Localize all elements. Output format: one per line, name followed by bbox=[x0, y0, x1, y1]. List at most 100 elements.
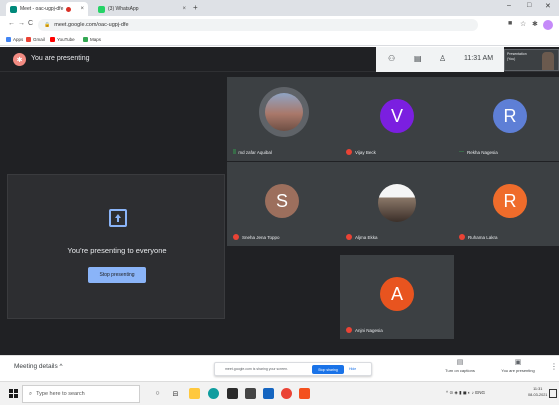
taskbar-search-placeholder: Type here to search bbox=[36, 391, 85, 397]
presenting-message: You're presenting to everyone bbox=[67, 246, 167, 255]
tab-whatsapp-close-icon[interactable]: × bbox=[182, 6, 186, 12]
bookmark-gmail[interactable]: Gmail bbox=[26, 37, 45, 42]
tab-whatsapp-label: (3) WhatsApp bbox=[108, 6, 139, 12]
people-icon[interactable]: ⚇ bbox=[388, 54, 395, 63]
participant-name: Sneha Jena Toppo bbox=[233, 234, 279, 240]
bookmark-youtube[interactable]: YouTube bbox=[50, 37, 75, 42]
camera-indicator-icon[interactable]: ■ bbox=[508, 20, 512, 27]
audio-level-icon: ||| bbox=[233, 149, 236, 155]
presenting-icon: ✱ bbox=[13, 53, 26, 66]
bookmark-gmail-label: Gmail bbox=[33, 37, 45, 42]
cortana-icon[interactable]: ○ bbox=[152, 388, 163, 399]
participant-name: ||| md zafar Aquibal bbox=[233, 149, 272, 155]
youtube-icon bbox=[50, 37, 55, 42]
windows-start-icon[interactable] bbox=[9, 389, 18, 398]
participant-name: Ruhama Lakra bbox=[459, 234, 498, 240]
file-explorer-icon[interactable] bbox=[189, 388, 200, 399]
mic-muted-icon bbox=[346, 327, 352, 333]
paint-icon[interactable] bbox=[299, 388, 310, 399]
chevron-up-icon: ^ bbox=[59, 363, 63, 370]
participant-name: Aljma Ekka bbox=[346, 234, 378, 240]
system-clock[interactable]: 11:31 08-03-2021 bbox=[528, 386, 547, 398]
presenting-card: You're presenting to everyone Stop prese… bbox=[7, 174, 225, 319]
audio-active-icon: — bbox=[459, 149, 464, 155]
profile-avatar[interactable] bbox=[543, 20, 553, 30]
bookmark-apps[interactable]: Apps bbox=[6, 37, 23, 42]
chrome-icon[interactable] bbox=[281, 388, 292, 399]
participant-tile[interactable]: A Anjni Nagesia bbox=[340, 255, 454, 339]
bookmark-apps-label: Apps bbox=[13, 37, 24, 42]
presenting-title: You are presenting bbox=[31, 55, 90, 62]
captions-button[interactable]: ▤ Turn on captions bbox=[430, 358, 490, 373]
tab-meet[interactable]: Meet - oac-ugpj-dfe × bbox=[6, 2, 88, 16]
meet-favicon-icon bbox=[10, 5, 17, 13]
tab-whatsapp[interactable]: (3) WhatsApp × bbox=[94, 2, 190, 16]
participant-tile[interactable]: V Vijay Beck bbox=[340, 77, 454, 161]
participant-name: Vijay Beck bbox=[346, 149, 376, 155]
back-arrow-icon[interactable]: ← bbox=[8, 20, 15, 27]
mic-muted-icon bbox=[346, 149, 352, 155]
participant-tile[interactable]: R Ruhama Lakra bbox=[453, 162, 559, 246]
participant-avatar: R bbox=[493, 184, 527, 218]
mic-muted-icon bbox=[459, 234, 465, 240]
task-view-icon[interactable]: ⊟ bbox=[170, 388, 181, 399]
recording-dot-icon bbox=[66, 6, 72, 12]
participant-avatar: A bbox=[380, 277, 414, 311]
mail-icon[interactable] bbox=[245, 388, 256, 399]
bookmark-star-icon[interactable]: ☆ bbox=[520, 20, 526, 28]
url-text: meet.google.com/oac-ugpj-dfe bbox=[54, 22, 129, 28]
system-tray[interactable]: ^ ⊙ ◈ ▮ ◼ ◐ ♪ ENG bbox=[446, 390, 485, 396]
bookmarks-bar: Apps Gmail YouTube Maps bbox=[0, 34, 559, 46]
participant-tile[interactable]: ||| md zafar Aquibal bbox=[227, 77, 341, 161]
self-preview-video bbox=[542, 52, 554, 70]
tab-meet-label: Meet - oac-ugpj-dfe bbox=[20, 6, 64, 12]
top-controls: ⚇ ▤ ♙ 11:31 AM bbox=[376, 47, 504, 72]
bookmark-maps[interactable]: Maps bbox=[83, 37, 101, 42]
extensions-icon[interactable]: ✱ bbox=[532, 20, 538, 28]
tab-meet-close-icon[interactable]: × bbox=[80, 6, 84, 12]
screen-share-notice: meet.google.com is sharing your screen. … bbox=[214, 362, 372, 376]
mic-muted-icon bbox=[233, 234, 239, 240]
more-options-icon[interactable]: ⋮ bbox=[550, 362, 558, 371]
meet-stage: ✱ You are presenting ⚇ ▤ ♙ 11:31 AM Pres… bbox=[0, 47, 559, 355]
participant-tile[interactable]: Aljma Ekka bbox=[340, 162, 454, 246]
word-icon[interactable] bbox=[263, 388, 274, 399]
hide-share-notice-button[interactable]: Hide bbox=[349, 367, 356, 371]
maximize-button[interactable]: □ bbox=[527, 2, 531, 9]
participant-tile[interactable]: R — Rekha Nagesia bbox=[453, 77, 559, 161]
presenting-button[interactable]: ▣ You are presenting bbox=[488, 358, 548, 373]
participant-avatar: V bbox=[380, 99, 414, 133]
store-icon[interactable] bbox=[227, 388, 238, 399]
whatsapp-favicon-icon bbox=[98, 5, 105, 13]
close-window-button[interactable]: ✕ bbox=[545, 2, 551, 10]
reload-icon[interactable]: C bbox=[28, 20, 33, 27]
self-preview-label: Presentation (You) bbox=[507, 52, 527, 61]
meeting-details-button[interactable]: Meeting details ^ bbox=[14, 363, 63, 370]
present-icon: ▣ bbox=[514, 359, 522, 366]
meeting-clock: 11:31 AM bbox=[464, 55, 494, 62]
apps-grid-icon bbox=[6, 37, 11, 42]
search-icon: ⌕ bbox=[29, 390, 33, 397]
self-preview-tile[interactable]: Presentation (You) bbox=[504, 49, 559, 71]
participant-photo bbox=[265, 93, 303, 131]
captions-icon: ▤ bbox=[456, 359, 464, 366]
forward-arrow-icon[interactable]: → bbox=[18, 20, 25, 27]
url-field[interactable]: 🔒 meet.google.com/oac-ugpj-dfe bbox=[38, 19, 478, 31]
new-tab-button[interactable]: + bbox=[193, 3, 198, 12]
captions-label: Turn on captions bbox=[445, 368, 475, 373]
lock-icon: 🔒 bbox=[44, 22, 51, 28]
present-screen-icon bbox=[109, 209, 127, 227]
mic-muted-icon bbox=[346, 234, 352, 240]
stop-presenting-button[interactable]: Stop presenting bbox=[88, 267, 146, 283]
bookmark-maps-label: Maps bbox=[90, 37, 102, 42]
chat-icon[interactable]: ▤ bbox=[414, 54, 422, 63]
stop-sharing-button[interactable]: Stop sharing bbox=[312, 365, 344, 374]
participant-tile[interactable]: S Sneha Jena Toppo bbox=[227, 162, 341, 246]
meet-top-bar: ✱ You are presenting ⚇ ▤ ♙ 11:31 AM Pres… bbox=[0, 47, 559, 72]
activities-icon[interactable]: ♙ bbox=[439, 54, 446, 63]
taskbar-search-box[interactable]: ⌕ Type here to search bbox=[22, 385, 140, 403]
minimize-button[interactable]: – bbox=[507, 2, 511, 9]
edge-icon[interactable] bbox=[208, 388, 219, 399]
participant-photo-frame bbox=[259, 87, 309, 137]
notification-center-icon[interactable] bbox=[549, 389, 557, 398]
